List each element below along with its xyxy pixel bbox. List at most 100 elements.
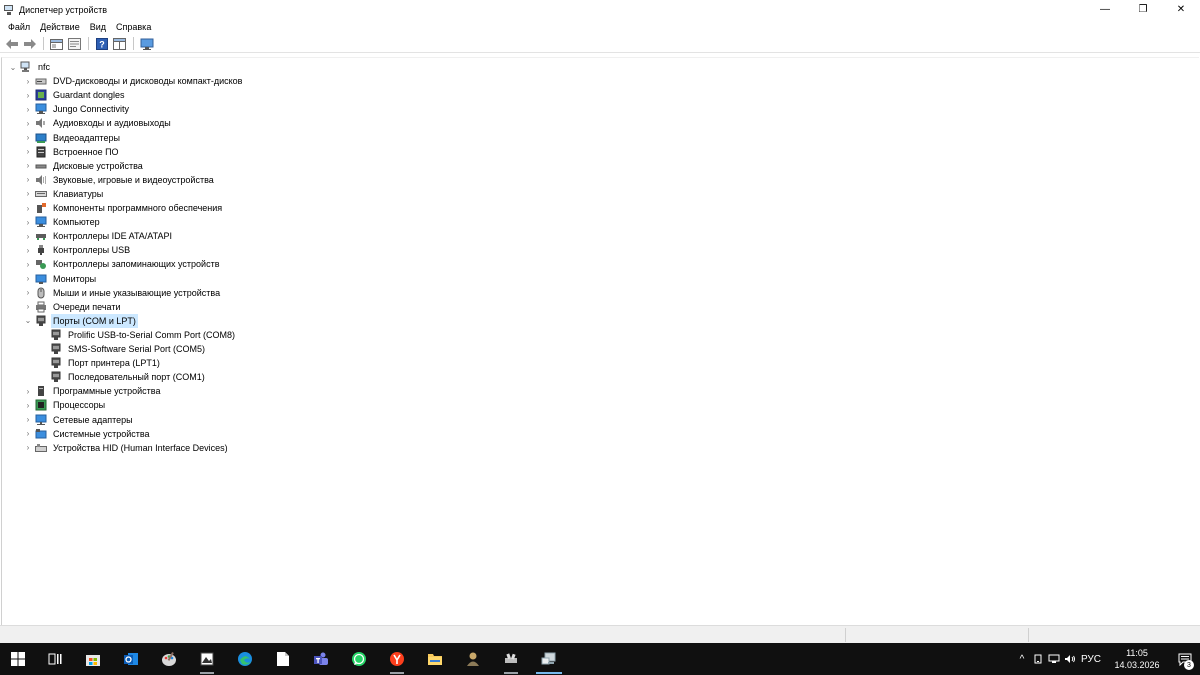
details-view-button[interactable] (111, 36, 128, 52)
tree-category[interactable]: › Сетевые адаптеры (23, 413, 135, 427)
tree-category[interactable]: › Системные устройства (23, 427, 152, 441)
tree-category[interactable]: › Компоненты программного обеспечения (23, 201, 224, 215)
tree-device-item[interactable]: Prolific USB-to-Serial Comm Port (COM8) (38, 328, 237, 342)
expand-arrow-icon[interactable]: › (23, 384, 33, 398)
expand-arrow-icon[interactable]: › (23, 116, 33, 130)
taskbar-start-button[interactable] (0, 643, 36, 675)
collapse-arrow-icon[interactable]: ⌄ (8, 60, 18, 74)
help-button[interactable]: ? (93, 36, 110, 52)
taskbar-edge-button[interactable] (226, 643, 264, 675)
tree-category[interactable]: › Видеоадаптеры (23, 131, 122, 145)
back-button[interactable] (3, 36, 20, 52)
taskbar-whatsapp-button[interactable] (340, 643, 378, 675)
notification-center-button[interactable]: 3 (1170, 643, 1200, 675)
tablet-icon[interactable] (1030, 643, 1046, 675)
expand-arrow-icon[interactable]: › (23, 187, 33, 201)
tree-category[interactable]: › Программные устройства (23, 384, 162, 398)
tree-category[interactable]: › Аудиовходы и аудиовыходы (23, 116, 173, 130)
tree-device-item[interactable]: Последовательный порт (COM1) (38, 370, 207, 384)
expand-arrow-icon[interactable]: › (23, 102, 33, 116)
language-indicator[interactable]: РУС (1078, 643, 1104, 675)
tree-category[interactable]: › Компьютер (23, 215, 102, 229)
system-tray: ^ РУС 11:05 14.03.2026 3 (1014, 643, 1200, 675)
expand-arrow-icon[interactable]: › (23, 257, 33, 271)
expand-arrow-icon[interactable]: › (23, 398, 33, 412)
close-button[interactable]: ✕ (1162, 0, 1200, 19)
expand-arrow-icon[interactable]: › (23, 413, 33, 427)
expand-arrow-icon[interactable]: › (23, 173, 33, 187)
tree-category[interactable]: › Очереди печати (23, 300, 123, 314)
tree-category[interactable]: › Контроллеры IDE ATA/ATAPI (23, 229, 174, 243)
expand-arrow-icon[interactable]: › (23, 272, 33, 286)
tree-device-item[interactable]: SMS-Software Serial Port (COM5) (38, 342, 207, 356)
tree-category[interactable]: › Процессоры (23, 398, 107, 412)
clock-time: 11:05 (1126, 648, 1148, 658)
scan-hardware-button[interactable] (138, 36, 155, 52)
collapse-arrow-icon[interactable]: ⌄ (23, 314, 33, 328)
expand-arrow-icon[interactable]: › (23, 229, 33, 243)
status-pane (1028, 628, 1200, 642)
properties-button[interactable] (66, 36, 83, 52)
tree-device-item[interactable]: Порт принтера (LPT1) (38, 356, 162, 370)
network-icon[interactable] (1046, 643, 1062, 675)
expand-arrow-icon[interactable]: › (23, 74, 33, 88)
taskbar-photo-app-button[interactable] (188, 643, 226, 675)
expand-arrow-icon[interactable]: › (23, 286, 33, 300)
expand-arrow-icon[interactable]: › (23, 441, 33, 455)
taskbar-app-user-button[interactable] (454, 643, 492, 675)
expand-arrow-icon[interactable]: › (23, 300, 33, 314)
yandex-icon (389, 651, 405, 667)
title-bar[interactable]: Диспетчер устройств — ❐ ✕ (0, 0, 1200, 19)
tree-item-label: Компоненты программного обеспечения (53, 203, 223, 213)
restore-button[interactable]: ❐ (1124, 0, 1162, 19)
tree-category[interactable]: › Звуковые, игровые и видеоустройства (23, 173, 216, 187)
tree-category[interactable]: › Guardant dongles (23, 88, 127, 102)
tree-category[interactable]: › Устройства HID (Human Interface Devices… (23, 441, 230, 455)
expand-arrow-icon[interactable]: › (23, 243, 33, 257)
taskbar-paint-button[interactable] (150, 643, 188, 675)
tree-category[interactable]: › Дисковые устройства (23, 159, 145, 173)
taskbar-yandex-button[interactable] (378, 643, 416, 675)
expand-arrow-icon[interactable]: › (23, 427, 33, 441)
tree-category[interactable]: › Мониторы (23, 272, 98, 286)
tree-item-label: DVD-дисководы и дисководы компакт-дисков (53, 76, 243, 87)
tree-category[interactable]: › Jungo Connectivity (23, 102, 131, 116)
tree-category[interactable]: › Контроллеры запоминающих устройств (23, 257, 221, 271)
volume-icon[interactable] (1062, 643, 1078, 675)
tree-category[interactable]: › DVD-дисководы и дисководы компакт-диско… (23, 74, 244, 88)
menu-help[interactable]: Справка (111, 19, 156, 35)
menu-action[interactable]: Действие (35, 19, 85, 35)
taskbar-outlook-button[interactable] (112, 643, 150, 675)
expand-arrow-icon[interactable]: › (23, 159, 33, 173)
expand-arrow-icon[interactable]: › (23, 131, 33, 145)
expand-arrow-icon[interactable]: › (23, 88, 33, 102)
tree-category[interactable]: › Встроенное ПО (23, 145, 121, 159)
tree-category[interactable]: ⌄ Порты (COM и LPT) (23, 313, 138, 328)
software-device-icon (35, 385, 47, 397)
device-tree-panel[interactable]: ⌄ nfc › DVD-дисководы и дисководы компакт-д… (1, 57, 1199, 625)
taskbar-explorer-button[interactable] (416, 643, 454, 675)
taskbar-store-button[interactable] (74, 643, 112, 675)
explorer-icon (427, 651, 443, 667)
taskbar-device-manager-button[interactable] (530, 643, 568, 675)
forward-button[interactable] (21, 36, 38, 52)
menu-view[interactable]: Вид (85, 19, 111, 35)
minimize-button[interactable]: — (1086, 0, 1124, 19)
taskbar-teams-button[interactable] (302, 643, 340, 675)
taskbar-task-view-button[interactable] (36, 643, 74, 675)
tray-chevron-icon[interactable]: ^ (1014, 643, 1030, 675)
taskbar-file-button[interactable] (264, 643, 302, 675)
expand-arrow-icon[interactable]: › (23, 215, 33, 229)
taskbar-app-tool-button[interactable] (492, 643, 530, 675)
tree-category[interactable]: › Клавиатуры (23, 187, 105, 201)
menu-file[interactable]: Файл (3, 19, 35, 35)
clock[interactable]: 11:05 14.03.2026 (1104, 647, 1170, 671)
tree-category[interactable]: › Мыши и иные указывающие устройства (23, 286, 222, 300)
show-hidden-button[interactable] (48, 36, 65, 52)
tree-item-label: Компьютер (53, 217, 100, 228)
printer-icon (35, 301, 47, 313)
tree-category[interactable]: › Контроллеры USB (23, 243, 132, 257)
tree-root-nfc[interactable]: ⌄ nfc (8, 60, 52, 74)
expand-arrow-icon[interactable]: › (23, 145, 33, 159)
expand-arrow-icon[interactable]: › (23, 201, 33, 215)
